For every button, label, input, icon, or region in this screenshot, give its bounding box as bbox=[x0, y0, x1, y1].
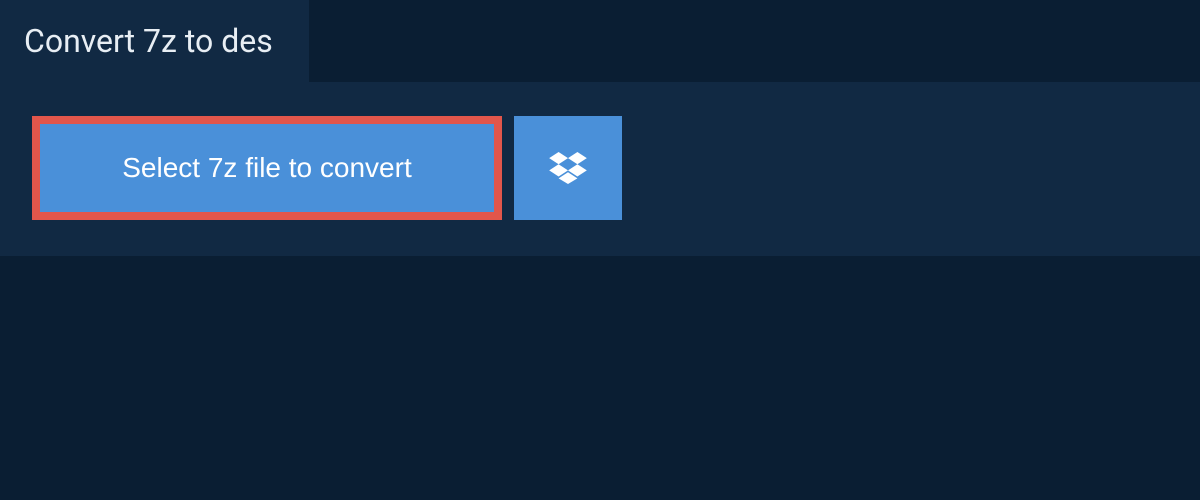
dropbox-icon bbox=[549, 152, 587, 184]
page-title: Convert 7z to des bbox=[24, 22, 273, 60]
dropbox-button[interactable] bbox=[514, 116, 622, 220]
page-title-tab: Convert 7z to des bbox=[0, 0, 309, 82]
select-file-label: Select 7z file to convert bbox=[122, 152, 411, 184]
select-file-button[interactable]: Select 7z file to convert bbox=[32, 116, 502, 220]
button-row: Select 7z file to convert bbox=[32, 116, 1168, 220]
conversion-panel: Select 7z file to convert bbox=[0, 82, 1200, 256]
